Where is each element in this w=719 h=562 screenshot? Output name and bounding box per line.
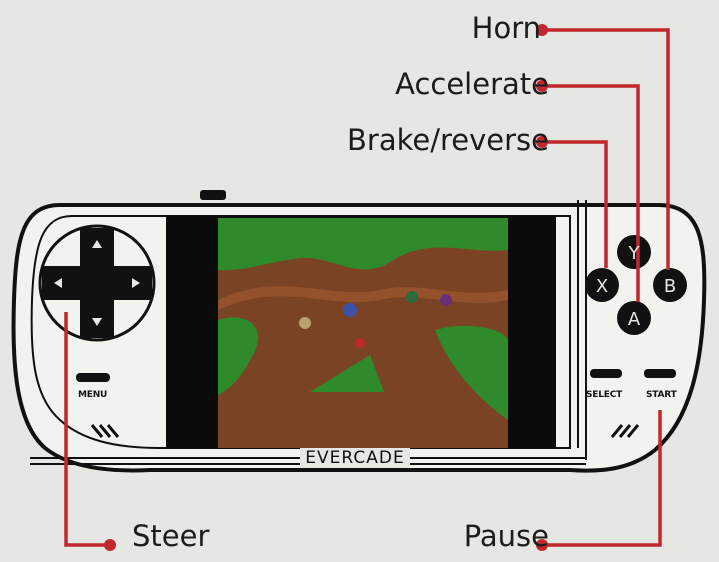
pause-label: Pause	[463, 519, 549, 553]
x-button-label: X	[596, 276, 608, 297]
select-label: SELECT	[586, 390, 623, 400]
steer-label: Steer	[132, 519, 210, 553]
steer-dot	[104, 539, 116, 551]
menu-button	[76, 373, 110, 382]
b-button-label: B	[664, 276, 676, 297]
console-illustration: Y X B A	[11, 24, 707, 551]
select-button	[590, 369, 622, 378]
brake-label: Brake/reverse	[347, 123, 549, 157]
accelerate-label: Accelerate	[395, 67, 549, 101]
horn-label: Horn	[471, 11, 541, 45]
controls-diagram: Y X B A Horn Accelerate Brake/reverse St…	[0, 0, 719, 562]
brand-logo: EVERCADE	[300, 448, 410, 468]
start-label: START	[646, 390, 677, 400]
game-screen-image	[218, 218, 508, 448]
a-button-label: A	[628, 309, 641, 330]
y-button-label: Y	[628, 243, 641, 264]
menu-label: MENU	[78, 390, 108, 400]
top-bumper	[200, 190, 226, 200]
start-button	[644, 369, 676, 378]
